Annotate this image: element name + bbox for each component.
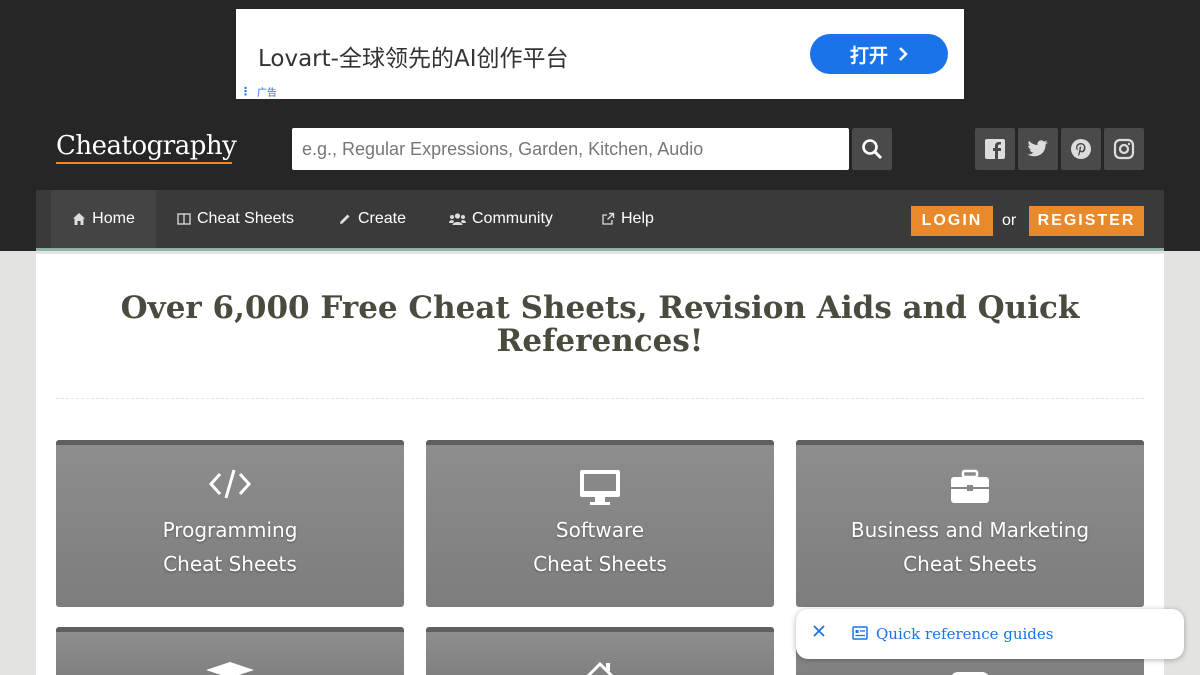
close-icon[interactable]: [812, 624, 826, 638]
gamepad-icon: [951, 672, 989, 675]
nav-cheat-sheets[interactable]: Cheat Sheets: [177, 190, 294, 248]
category-subtitle: Cheat Sheets: [163, 552, 297, 576]
search-button[interactable]: [852, 128, 892, 170]
twitter-icon: [1027, 140, 1048, 157]
category-subtitle: Cheat Sheets: [903, 552, 1037, 576]
ad-open-button[interactable]: 打开: [810, 34, 948, 74]
nav-community-label: Community: [472, 210, 553, 227]
category-title: Programming: [162, 518, 298, 542]
logo-underline: [56, 162, 232, 164]
category-software[interactable]: Software Cheat Sheets: [426, 440, 774, 607]
category-title: Business and Marketing: [850, 518, 1090, 542]
facebook-button[interactable]: [975, 128, 1015, 170]
site-logo[interactable]: Cheatography: [56, 131, 237, 161]
ad-open-label: 打开: [849, 44, 888, 67]
ad-badge-label: 广告: [257, 88, 277, 99]
category-home-garden[interactable]: [426, 627, 774, 675]
category-business[interactable]: Business and Marketing Cheat Sheets: [796, 440, 1144, 607]
category-education[interactable]: [56, 627, 404, 675]
home-icon: [73, 213, 86, 225]
ad-choices-icon: ⋮: [240, 85, 251, 98]
instagram-button[interactable]: [1104, 128, 1144, 170]
nav-community[interactable]: Community: [449, 190, 553, 248]
pinterest-button[interactable]: [1061, 128, 1101, 170]
pencil-icon: [340, 214, 350, 224]
search-icon: [862, 139, 883, 160]
briefcase-icon: [951, 469, 989, 503]
nav-home[interactable]: Home: [51, 190, 156, 248]
category-programming[interactable]: Programming Cheat Sheets: [56, 440, 404, 607]
nav-home-label: Home: [92, 210, 135, 227]
quick-reference-popup[interactable]: Quick reference guides: [796, 609, 1184, 659]
nav-cheat-sheets-label: Cheat Sheets: [197, 210, 294, 227]
facebook-icon: [985, 139, 1005, 159]
category-title: Software: [555, 518, 645, 542]
main-nav: Home Cheat Sheets Create Community Help …: [36, 190, 1164, 251]
popup-label[interactable]: Quick reference guides: [876, 625, 1053, 643]
ad-title[interactable]: Lovart-全球领先的AI创作平台: [258, 39, 568, 73]
nav-help-label: Help: [621, 210, 654, 227]
graduation-cap-icon: [206, 662, 254, 675]
login-button[interactable]: LOGIN: [911, 206, 993, 236]
house-icon: [586, 661, 614, 675]
nav-help[interactable]: Help: [601, 190, 654, 248]
divider: [56, 398, 1144, 399]
register-button[interactable]: REGISTER: [1029, 206, 1144, 236]
external-link-icon: [602, 212, 615, 225]
category-subtitle: Cheat Sheets: [533, 552, 667, 576]
twitter-button[interactable]: [1018, 128, 1058, 170]
search-input[interactable]: [292, 128, 849, 170]
book-icon: [177, 213, 191, 225]
nav-create[interactable]: Create: [338, 190, 406, 248]
users-icon: [449, 213, 466, 225]
or-text: or: [1002, 212, 1017, 229]
chevron-right-icon: [899, 47, 908, 61]
ad-banner[interactable]: Lovart-全球领先的AI创作平台 打开 ⋮ 广告: [236, 9, 964, 99]
pinterest-icon: [1071, 139, 1091, 159]
instagram-icon: [1113, 138, 1135, 160]
page-headline: Over 6,000 Free Cheat Sheets, Revision A…: [120, 290, 1080, 359]
nav-create-label: Create: [358, 210, 407, 227]
monitor-icon: [580, 470, 620, 505]
list-icon: [852, 626, 868, 640]
ad-badge[interactable]: ⋮ 广告: [240, 84, 277, 99]
code-icon: [208, 469, 252, 499]
